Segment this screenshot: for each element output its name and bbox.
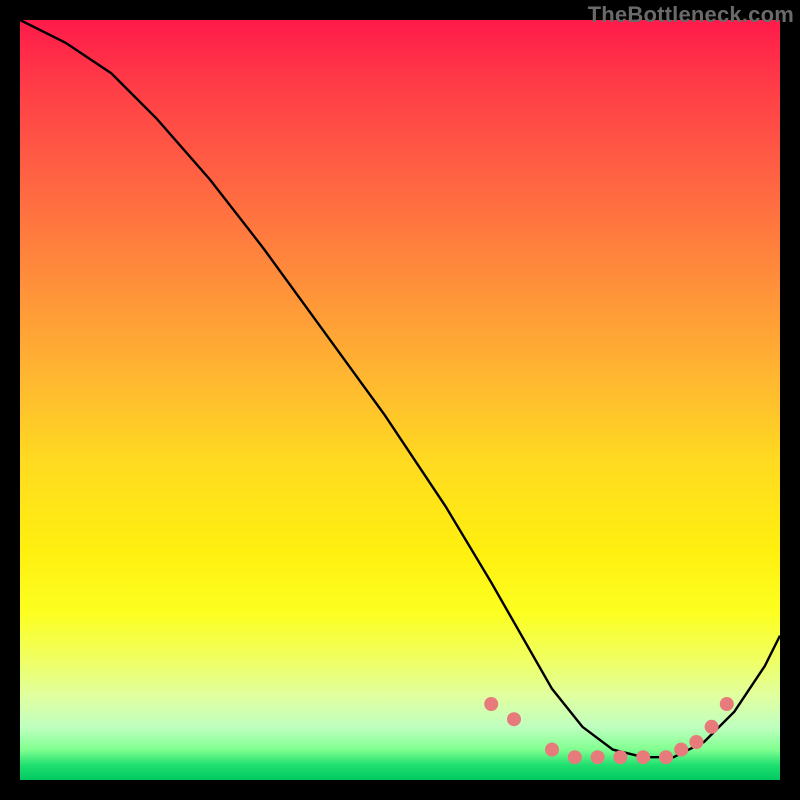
- marker-dot: [689, 735, 703, 749]
- marker-dot: [568, 750, 582, 764]
- marker-dot: [591, 750, 605, 764]
- marker-dot: [484, 697, 498, 711]
- marker-dot: [507, 712, 521, 726]
- watermark-text: TheBottleneck.com: [588, 2, 794, 28]
- marker-dots: [484, 697, 734, 764]
- marker-dot: [613, 750, 627, 764]
- marker-dot: [674, 743, 688, 757]
- marker-dot: [545, 743, 559, 757]
- chart-frame: TheBottleneck.com: [0, 0, 800, 800]
- bottleneck-curve: [20, 20, 780, 757]
- marker-dot: [705, 720, 719, 734]
- marker-dot: [720, 697, 734, 711]
- marker-dot: [659, 750, 673, 764]
- marker-dot: [636, 750, 650, 764]
- chart-svg: [20, 20, 780, 780]
